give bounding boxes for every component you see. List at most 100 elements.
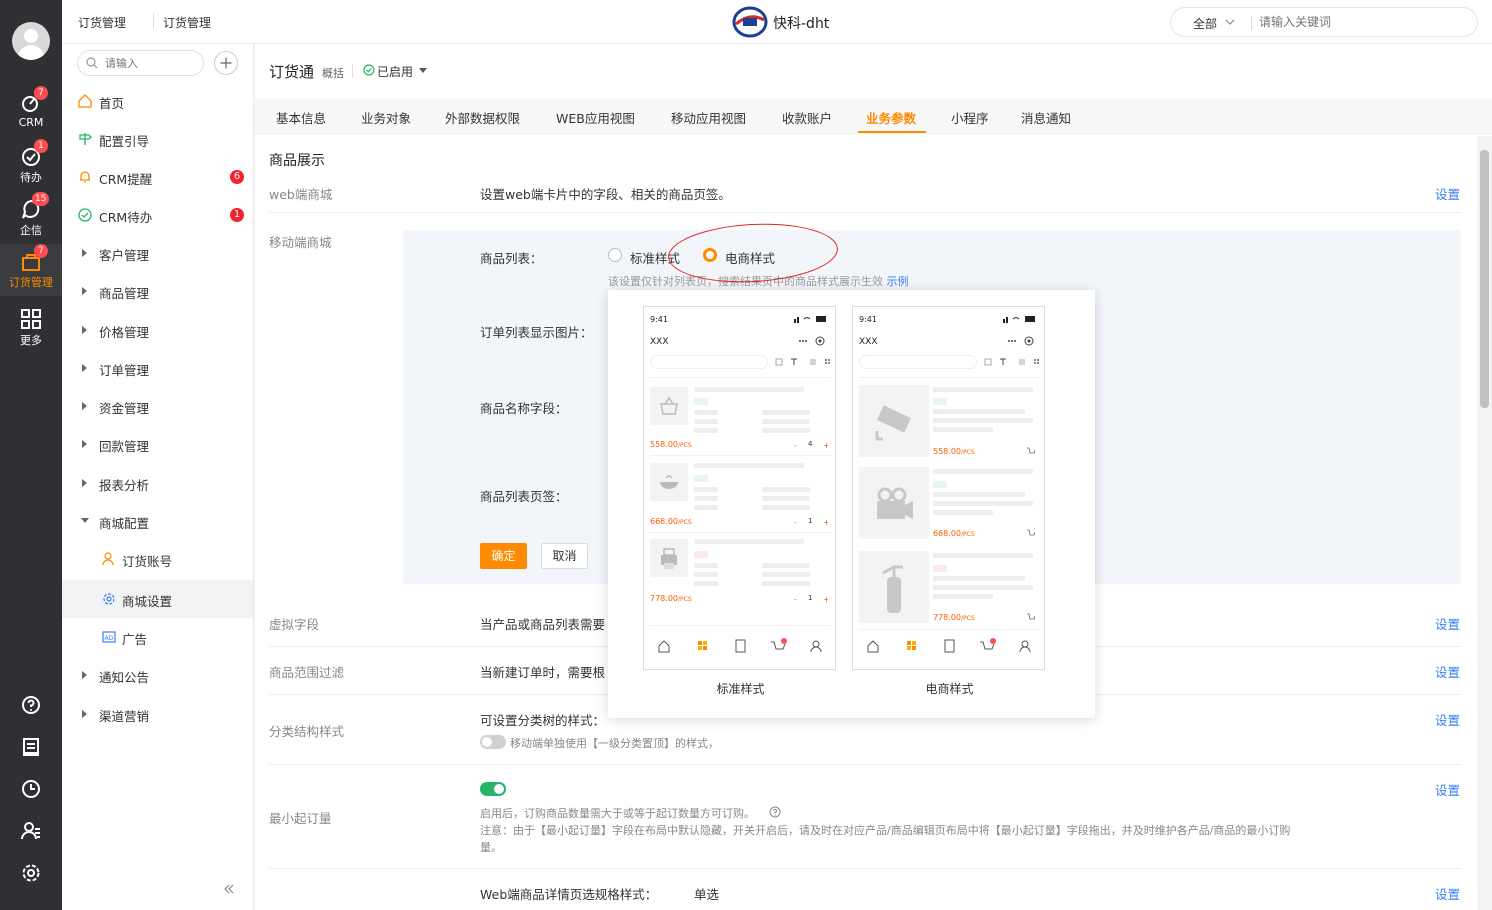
range-filter-set-link[interactable]: 设置 [1435, 662, 1460, 681]
nav-item-product[interactable]: 商品管理 [62, 272, 253, 310]
price: 778.00/PCS [933, 613, 975, 622]
tab-mini-program[interactable]: 小程序 [951, 108, 989, 127]
expand-icon [82, 249, 87, 257]
svg-text:-: - [794, 518, 797, 527]
virtual-field-set-link[interactable]: 设置 [1435, 614, 1460, 633]
rail-item-crm[interactable]: 7 CRM [0, 86, 62, 136]
printer-icon [650, 539, 688, 577]
settings-icon[interactable] [20, 862, 42, 884]
row-divider [269, 212, 1461, 213]
virtual-field-label: 虚拟字段 [269, 617, 320, 632]
svg-text:+: + [823, 518, 828, 527]
more-icon [799, 336, 825, 346]
scrollbar-thumb[interactable] [1480, 150, 1489, 408]
main-scrollbar[interactable] [1477, 136, 1492, 910]
min-order-set-link[interactable]: 设置 [1435, 780, 1460, 799]
nav-item-notice[interactable]: 通知公告 [62, 656, 253, 694]
range-filter-label: 商品范围过滤 [269, 665, 345, 680]
nav-item-order-account[interactable]: 订货账号 [62, 540, 253, 578]
collapse-sidebar-icon[interactable] [222, 882, 236, 896]
nav-item-crm-reminder[interactable]: CRM提醒 6 [62, 158, 253, 196]
spec-style-set-link[interactable]: 设置 [1435, 884, 1460, 903]
side-nav: 首页 配置引导 CRM提醒 6 CRM待办 1 客户管理 商品管理 价格管理 订… [62, 44, 254, 910]
confirm-button[interactable]: 确定 [480, 543, 527, 569]
help-icon[interactable] [20, 694, 42, 716]
brand-logo-icon [732, 6, 768, 38]
min-order-toggle[interactable] [480, 782, 506, 796]
rail-item-order[interactable]: 7 订货管理 [0, 244, 62, 296]
nav-item-mall-settings[interactable]: 商城设置 [62, 580, 253, 618]
svg-text:AD: AD [105, 635, 114, 642]
qty: 1 [808, 594, 813, 602]
rail-item-chat[interactable]: 15 企信 [0, 192, 62, 242]
notes-icon[interactable] [20, 736, 42, 758]
cancel-button[interactable]: 取消 [541, 543, 588, 569]
radio-standard[interactable] [608, 248, 622, 262]
price: 668.00/PCS [650, 517, 692, 526]
nav-item-guide[interactable]: 配置引导 [62, 120, 253, 158]
question-icon[interactable] [769, 806, 781, 818]
rail-item-more[interactable]: 更多 [0, 302, 62, 352]
price-value: 558.00 [933, 447, 961, 456]
tab-business-object[interactable]: 业务对象 [361, 108, 411, 127]
section-title: 商品展示 [269, 153, 325, 169]
price-unit: /PCS [961, 449, 975, 456]
app-subtitle[interactable]: 概括 [322, 65, 344, 81]
rail-badge: 7 [34, 86, 48, 100]
placeholder-bar [933, 510, 993, 515]
placeholder-bar [762, 496, 810, 501]
nav-item-crm-todo[interactable]: CRM待办 1 [62, 196, 253, 234]
nav-label: 首页 [99, 96, 125, 111]
search-icon [86, 57, 98, 69]
nav-item-price[interactable]: 价格管理 [62, 311, 253, 349]
side-search-input[interactable] [105, 55, 197, 71]
nav-label: 渠道营销 [99, 709, 150, 724]
expand-icon [82, 440, 87, 448]
nav-item-channel[interactable]: 渠道营销 [62, 695, 253, 733]
nav-item-customer[interactable]: 客户管理 [62, 234, 253, 272]
clock-icon[interactable] [20, 778, 42, 800]
nav-item-payment[interactable]: 回款管理 [62, 425, 253, 463]
price-value: 558.00 [650, 440, 678, 449]
nav-item-mall-config[interactable]: 商城配置 [62, 502, 253, 540]
breadcrumb-page[interactable]: 订货管理 [163, 14, 211, 31]
tab-mobile-view[interactable]: 移动应用视图 [671, 108, 746, 127]
nav-label: 价格管理 [99, 325, 150, 340]
nav-item-order[interactable]: 订单管理 [62, 349, 253, 387]
nav-item-home[interactable]: 首页 [62, 82, 253, 120]
bell-icon [80, 171, 90, 183]
nav-badge: 6 [230, 170, 244, 184]
contacts-icon[interactable] [20, 820, 42, 842]
tab-business-params[interactable]: 业务参数 [866, 108, 916, 127]
example-link[interactable]: 示例 [887, 275, 909, 288]
collapse-icon [81, 518, 89, 523]
placeholder-bar [694, 539, 804, 544]
tab-external-permission[interactable]: 外部数据权限 [445, 108, 520, 127]
web-mall-set-link[interactable]: 设置 [1435, 184, 1460, 203]
avatar[interactable] [12, 22, 50, 60]
nav-item-report[interactable]: 报表分析 [62, 464, 253, 502]
placeholder-bar [694, 572, 718, 577]
category-style-set-link[interactable]: 设置 [1435, 710, 1460, 729]
tab-message[interactable]: 消息通知 [1021, 108, 1071, 127]
search-scope[interactable]: 全部 [1193, 15, 1217, 32]
price-unit: /PCS [961, 615, 975, 622]
nav-item-ad[interactable]: AD 广告 [62, 618, 253, 656]
tab-payment-account[interactable]: 收款账户 [782, 108, 832, 127]
rail-item-todo[interactable]: 1 待办 [0, 139, 62, 189]
add-icon[interactable] [214, 51, 238, 75]
nav-item-funds[interactable]: 资金管理 [62, 387, 253, 425]
category-mobile-toggle[interactable] [480, 735, 506, 749]
global-search-input[interactable] [1259, 13, 1459, 31]
min-order-note-tail: 量。 [480, 841, 502, 854]
tab-web-view[interactable]: WEB应用视图 [556, 108, 635, 127]
grid-icon [21, 309, 41, 329]
expand-icon [82, 402, 87, 410]
tab-basic-info[interactable]: 基本信息 [276, 108, 326, 127]
placeholder-bar [694, 387, 804, 392]
bowl-icon [650, 463, 688, 501]
chevron-down-icon[interactable] [1225, 17, 1235, 27]
price: 778.00/PCS [650, 594, 692, 603]
breadcrumb-module[interactable]: 订货管理 [78, 14, 126, 31]
expand-icon [82, 287, 87, 295]
